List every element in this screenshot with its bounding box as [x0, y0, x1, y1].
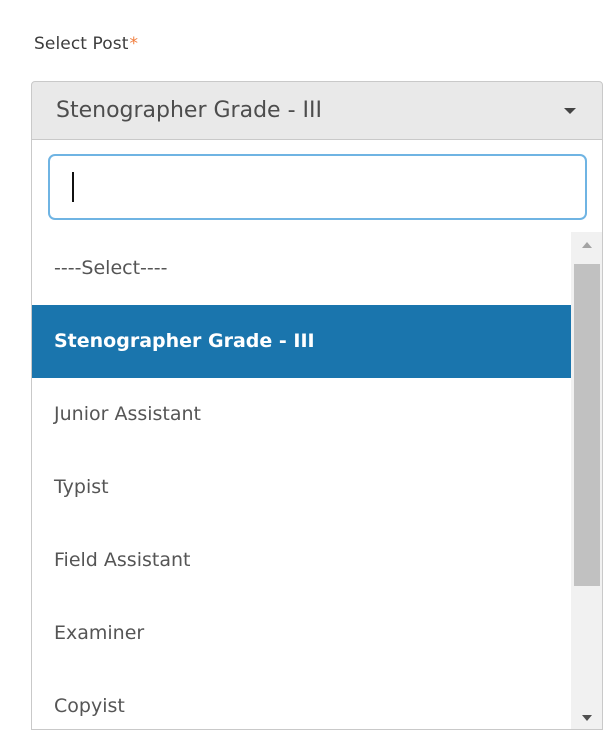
select-post-label-text: Select Post — [34, 34, 129, 54]
chevron-down-icon[interactable] — [564, 108, 576, 114]
dropdown-panel: ----Select---- Stenographer Grade - III … — [31, 140, 603, 730]
select-post-label: Select Post* — [34, 34, 138, 54]
option-junior-assistant[interactable]: Junior Assistant — [32, 378, 571, 451]
search-input[interactable] — [50, 156, 585, 218]
scroll-down-arrow-icon[interactable] — [582, 715, 592, 721]
scroll-up-arrow-icon[interactable] — [582, 242, 592, 248]
option-copyist[interactable]: Copyist — [32, 670, 571, 729]
option-typist[interactable]: Typist — [32, 451, 571, 524]
select-post-dropdown[interactable]: Stenographer Grade - III — [31, 81, 603, 140]
search-field[interactable] — [48, 154, 587, 220]
scroll-thumb[interactable] — [574, 264, 600, 586]
option-select-placeholder[interactable]: ----Select---- — [32, 232, 571, 305]
text-cursor — [72, 172, 74, 202]
option-field-assistant[interactable]: Field Assistant — [32, 524, 571, 597]
required-marker: * — [129, 34, 139, 54]
options-list: ----Select---- Stenographer Grade - III … — [32, 232, 571, 729]
options-scrollbar[interactable] — [571, 232, 602, 729]
option-stenographer-grade-iii[interactable]: Stenographer Grade - III — [32, 305, 571, 378]
selected-value: Stenographer Grade - III — [56, 98, 322, 123]
option-examiner[interactable]: Examiner — [32, 597, 571, 670]
